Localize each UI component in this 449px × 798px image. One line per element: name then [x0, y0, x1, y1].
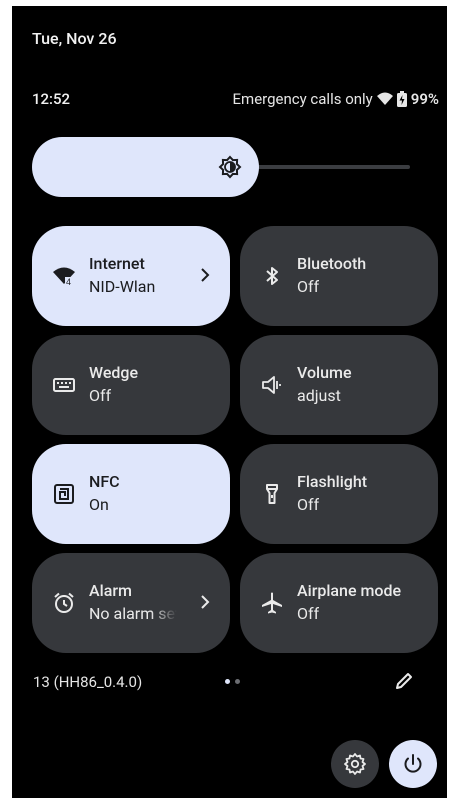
- edit-pencil-icon[interactable]: [393, 670, 415, 692]
- quick-settings-panel: Tue, Nov 26 12:52 Emergency calls only 9…: [12, 6, 447, 798]
- volume-icon: [262, 376, 281, 394]
- brightness-icon: [218, 155, 242, 179]
- status-indicators: Emergency calls only 99%: [233, 90, 439, 108]
- power-button[interactable]: [389, 740, 437, 788]
- tile-title: Flashlight: [297, 472, 368, 491]
- tile-bluetooth[interactable]: Bluetooth Off: [240, 226, 438, 326]
- chevron-right-icon[interactable]: [198, 266, 212, 284]
- tile-title: Bluetooth: [297, 254, 367, 273]
- page-dot: [235, 679, 240, 684]
- tile-subtitle: No alarm set: [89, 604, 177, 623]
- brightness-slider[interactable]: [32, 137, 410, 197]
- nfc-icon: [54, 484, 74, 504]
- tile-title: NFC: [89, 472, 120, 491]
- build-number: 13 (HH86_0.4.0): [33, 673, 143, 691]
- svg-text:4: 4: [66, 277, 71, 287]
- tile-subtitle: Off: [297, 604, 320, 623]
- tile-wedge[interactable]: Wedge Off: [32, 335, 230, 435]
- brightness-fill[interactable]: [32, 137, 259, 197]
- wifi-icon: 4: [53, 267, 75, 287]
- tile-airplane-mode[interactable]: Airplane mode Off: [240, 553, 438, 653]
- airplane-icon: [262, 592, 282, 614]
- tile-subtitle: Off: [89, 386, 112, 405]
- flashlight-icon: [266, 484, 278, 504]
- tile-nfc[interactable]: NFC On: [32, 444, 230, 544]
- tile-subtitle: NID-Wlan: [89, 277, 156, 296]
- page-dot-active: [225, 679, 230, 684]
- tile-title: Airplane mode: [297, 581, 402, 600]
- settings-button[interactable]: [331, 740, 379, 788]
- tile-subtitle: Off: [297, 277, 320, 296]
- tile-title: Wedge: [89, 363, 139, 382]
- tile-subtitle: adjust: [297, 386, 341, 405]
- gear-icon: [344, 753, 366, 775]
- tile-internet[interactable]: 4 Internet NID-Wlan: [32, 226, 230, 326]
- network-status-text: Emergency calls only: [232, 90, 373, 108]
- bluetooth-icon: [266, 267, 278, 285]
- status-date: Tue, Nov 26: [32, 29, 117, 48]
- wifi-signal-icon: [376, 92, 393, 105]
- power-icon: [404, 754, 422, 773]
- tile-title: Volume: [297, 363, 352, 382]
- tile-alarm[interactable]: Alarm No alarm set: [32, 553, 230, 653]
- battery-percent: 99%: [410, 90, 439, 108]
- status-time: 12:52: [32, 90, 71, 108]
- battery-icon: [396, 91, 407, 107]
- page-indicator: [225, 679, 240, 684]
- chevron-right-icon[interactable]: [198, 593, 212, 611]
- tile-title: Internet: [89, 254, 145, 273]
- tile-subtitle: On: [89, 495, 109, 514]
- alarm-icon: [54, 592, 74, 613]
- tile-title: Alarm: [89, 581, 132, 600]
- tile-volume[interactable]: Volume adjust: [240, 335, 438, 435]
- tile-flashlight[interactable]: Flashlight Off: [240, 444, 438, 544]
- tile-subtitle: Off: [297, 495, 320, 514]
- keyboard-icon: [53, 378, 75, 392]
